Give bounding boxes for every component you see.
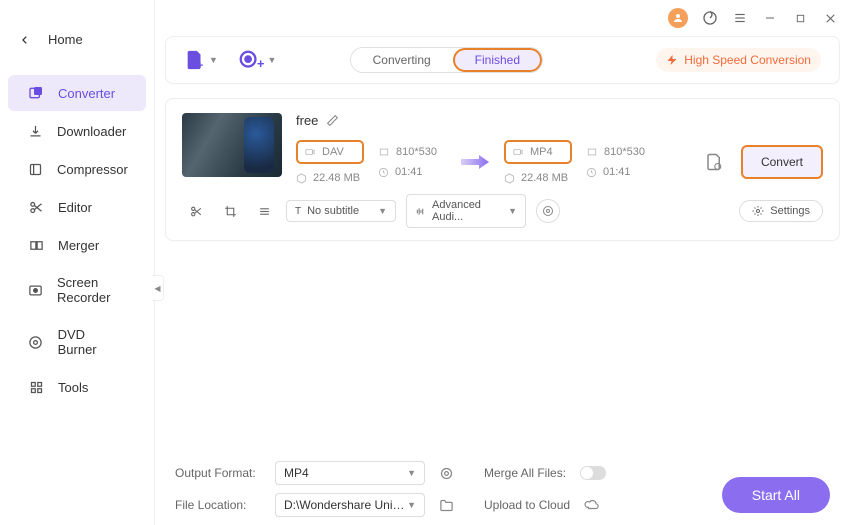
source-size: 22.48 MB xyxy=(296,172,364,184)
merge-files-toggle[interactable] xyxy=(580,466,606,480)
disc-icon xyxy=(28,334,44,350)
add-file-button[interactable]: + ▼ xyxy=(184,49,218,71)
subtitle-dropdown[interactable]: T No subtitle ▼ xyxy=(286,200,396,222)
tab-group: Converting Finished xyxy=(350,47,543,73)
subtitle-icon: T xyxy=(295,206,301,217)
sidebar: Home Converter Downloader Compressor Edi… xyxy=(0,0,155,525)
target-resolution: 810*530 xyxy=(586,146,654,158)
source-format-badge: DAV xyxy=(296,140,364,164)
output-format-label: Output Format: xyxy=(175,466,261,480)
high-speed-toggle[interactable]: High Speed Conversion xyxy=(656,48,821,72)
sidebar-collapse-button[interactable]: ◀ xyxy=(152,275,164,301)
scissors-icon xyxy=(28,199,44,215)
avatar[interactable] xyxy=(668,8,688,28)
toolbar: + ▼ + ▼ Converting Finished High Speed C… xyxy=(165,36,840,84)
output-settings-icon[interactable] xyxy=(439,466,454,481)
home-label: Home xyxy=(48,32,83,47)
gear-icon xyxy=(752,205,764,217)
source-resolution: 810*530 xyxy=(378,146,446,158)
chevron-left-icon xyxy=(20,35,30,45)
upload-cloud-label: Upload to Cloud xyxy=(484,498,570,512)
sidebar-item-tools[interactable]: Tools xyxy=(8,369,146,405)
open-folder-icon[interactable] xyxy=(439,498,454,513)
menu-icon[interactable] xyxy=(732,10,748,26)
file-name: free xyxy=(296,113,318,128)
source-duration: 01:41 xyxy=(378,166,446,178)
sidebar-item-label: Merger xyxy=(58,238,99,253)
footer: Output Format: MP4 ▼ Merge All Files: Fi… xyxy=(165,453,840,517)
svg-text:+: + xyxy=(197,60,203,71)
sidebar-item-screen-recorder[interactable]: Screen Recorder xyxy=(8,265,146,315)
target-duration: 01:41 xyxy=(586,166,654,178)
chevron-down-icon: ▼ xyxy=(508,206,517,216)
high-speed-label: High Speed Conversion xyxy=(684,53,811,67)
sidebar-item-converter[interactable]: Converter xyxy=(8,75,146,111)
sidebar-item-merger[interactable]: Merger xyxy=(8,227,146,263)
maximize-button[interactable] xyxy=(792,10,808,26)
sidebar-item-label: Compressor xyxy=(57,162,128,177)
target-format-badge[interactable]: MP4 xyxy=(504,140,572,164)
chevron-down-icon: ▼ xyxy=(407,468,416,478)
close-button[interactable] xyxy=(822,10,838,26)
trim-button[interactable] xyxy=(184,199,208,223)
target-size: 22.48 MB xyxy=(504,172,572,184)
audio-dropdown[interactable]: Advanced Audi... ▼ xyxy=(406,194,526,228)
merge-icon xyxy=(28,237,44,253)
edit-name-icon[interactable] xyxy=(326,114,339,127)
merge-files-label: Merge All Files: xyxy=(484,466,566,480)
info-button[interactable] xyxy=(536,199,560,223)
tools-icon xyxy=(28,379,44,395)
help-icon[interactable] xyxy=(702,10,718,26)
sidebar-item-dvd-burner[interactable]: DVD Burner xyxy=(8,317,146,367)
audio-icon xyxy=(415,206,426,217)
file-location-value: D:\Wondershare UniConverter 1 xyxy=(284,498,407,512)
chevron-down-icon: ▼ xyxy=(209,55,218,65)
sidebar-item-label: Screen Recorder xyxy=(57,275,126,305)
converter-icon xyxy=(28,85,44,101)
compress-icon xyxy=(28,161,43,177)
chevron-down-icon: ▼ xyxy=(407,500,416,510)
start-all-button[interactable]: Start All xyxy=(722,477,830,513)
sidebar-item-editor[interactable]: Editor xyxy=(8,189,146,225)
cloud-icon[interactable] xyxy=(584,498,600,512)
main-panel: + ▼ + ▼ Converting Finished High Speed C… xyxy=(165,36,840,525)
minimize-button[interactable] xyxy=(762,10,778,26)
crop-button[interactable] xyxy=(218,199,242,223)
subtitle-value: No subtitle xyxy=(307,205,359,217)
sidebar-item-label: Downloader xyxy=(57,124,126,139)
sidebar-item-label: Converter xyxy=(58,86,115,101)
sidebar-item-label: Editor xyxy=(58,200,92,215)
download-icon xyxy=(28,123,43,139)
add-url-button[interactable]: + ▼ xyxy=(238,49,277,71)
output-format-value: MP4 xyxy=(284,466,309,480)
sidebar-home[interactable]: Home xyxy=(0,22,154,57)
file-location-select[interactable]: D:\Wondershare UniConverter 1 ▼ xyxy=(275,493,425,517)
output-profile-icon[interactable] xyxy=(705,153,723,171)
audio-value: Advanced Audi... xyxy=(432,199,502,223)
record-icon xyxy=(28,282,43,298)
settings-label: Settings xyxy=(770,205,810,217)
sidebar-item-compressor[interactable]: Compressor xyxy=(8,151,146,187)
settings-button[interactable]: Settings xyxy=(739,200,823,222)
output-format-select[interactable]: MP4 ▼ xyxy=(275,461,425,485)
chevron-down-icon: ▼ xyxy=(378,206,387,216)
chevron-down-icon: ▼ xyxy=(268,55,277,65)
sidebar-item-downloader[interactable]: Downloader xyxy=(8,113,146,149)
arrow-convert-icon xyxy=(460,147,490,177)
file-location-label: File Location: xyxy=(175,498,261,512)
sidebar-item-label: Tools xyxy=(58,380,88,395)
effects-button[interactable] xyxy=(252,199,276,223)
tab-finished[interactable]: Finished xyxy=(453,48,542,72)
lightning-icon xyxy=(666,54,678,66)
file-row: free DAV 22.48 MB 810*530 01:41 xyxy=(165,98,840,241)
video-thumbnail[interactable] xyxy=(182,113,282,177)
sidebar-item-label: DVD Burner xyxy=(58,327,126,357)
convert-button[interactable]: Convert xyxy=(741,145,823,179)
tab-converting[interactable]: Converting xyxy=(351,48,453,72)
